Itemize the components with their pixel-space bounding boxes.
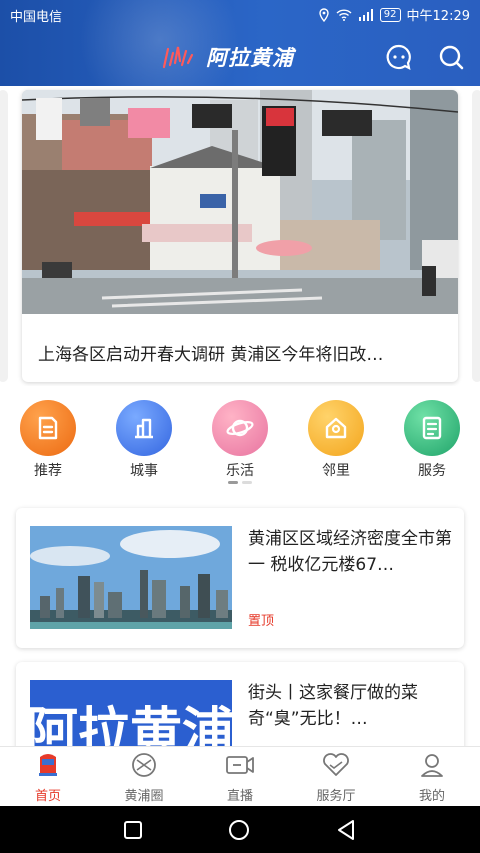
category-label: 推荐 [34, 463, 62, 479]
wifi-icon [336, 8, 352, 21]
back-icon[interactable] [336, 819, 356, 841]
nav-live[interactable]: 直播 [192, 751, 288, 804]
live-icon [226, 756, 254, 774]
category-label: 服务 [418, 463, 446, 479]
battery-level: 92 [379, 7, 401, 22]
category-city[interactable]: 城事 [111, 400, 177, 480]
system-nav-bar [0, 806, 480, 853]
carrier-name: 中国电信 [10, 10, 63, 25]
news-title[interactable]: 黄浦区区域经济密度全市第一 税收亿元楼67… [248, 526, 460, 578]
banner-photo [22, 90, 458, 314]
nav-label: 首页 [34, 789, 61, 804]
news-card[interactable]: 黄浦区区域经济密度全市第一 税收亿元楼67… 置顶 [16, 508, 464, 648]
circle-icon [132, 753, 156, 777]
nav-profile[interactable]: 我的 [384, 751, 480, 804]
nav-label: 服务厅 [316, 789, 356, 804]
title-bar: 阿拉黄浦 [0, 30, 480, 86]
category-row: 推荐 城事 乐活 邻里 服务 [0, 400, 480, 480]
neighbor-icon [308, 400, 364, 456]
city-icon [116, 400, 172, 456]
nav-service-hall[interactable]: 服务厅 [288, 751, 384, 804]
category-label: 邻里 [322, 463, 350, 479]
logo-mark-icon [162, 46, 194, 69]
clock: 中午12:29 [406, 9, 470, 24]
nav-label: 直播 [226, 789, 253, 804]
message-icon [386, 44, 411, 70]
status-bar: 中国电信 92 中午12:29 [0, 0, 480, 30]
prev-banner-card[interactable] [0, 90, 8, 382]
banner-carousel[interactable]: 上海各区启动开春大调研 黄浦区今年将旧改… [0, 86, 480, 386]
category-lifestyle[interactable]: 乐活 [207, 400, 273, 480]
nav-home[interactable]: 首页 [0, 751, 96, 804]
bottom-nav: 首页 黄浦圈 直播 服务厅 我的 [0, 746, 480, 806]
home-icon [39, 754, 57, 776]
page-indicator [228, 481, 252, 484]
search-button[interactable] [436, 42, 466, 72]
search-icon [439, 45, 464, 70]
app-logo: 阿拉黄浦 [162, 42, 294, 72]
category-label: 城事 [130, 463, 158, 479]
recents-icon[interactable] [123, 820, 143, 840]
nav-circle[interactable]: 黄浦圈 [96, 751, 192, 804]
location-icon [319, 7, 329, 22]
home-button-icon[interactable] [228, 819, 250, 841]
banner-title[interactable]: 上海各区启动开春大调研 黄浦区今年将旧改… [38, 340, 448, 365]
message-button[interactable] [384, 42, 414, 72]
category-neighbor[interactable]: 邻里 [303, 400, 369, 480]
news-title[interactable]: 街头丨这家餐厅做的菜奇“臭”无比！… [248, 680, 460, 732]
signal-icon [358, 8, 373, 21]
app-header: 中国电信 92 中午12:29 阿拉黄浦 [0, 0, 480, 86]
category-service[interactable]: 服务 [399, 400, 465, 480]
next-banner-card[interactable] [472, 90, 480, 382]
nav-label: 我的 [418, 789, 445, 804]
pinned-badge: 置顶 [248, 614, 275, 629]
banner-card[interactable]: 上海各区启动开春大调研 黄浦区今年将旧改… [22, 90, 458, 382]
news-thumbnail [30, 526, 232, 629]
service-hall-icon [323, 753, 349, 776]
category-recommend[interactable]: 推荐 [15, 400, 81, 480]
recommend-icon [20, 400, 76, 456]
service-icon [404, 400, 460, 456]
nav-label: 黄浦圈 [124, 789, 164, 804]
profile-icon [421, 754, 443, 777]
planet-icon [212, 400, 268, 456]
category-label: 乐活 [226, 463, 254, 479]
app-name: 阿拉黄浦 [206, 46, 294, 70]
